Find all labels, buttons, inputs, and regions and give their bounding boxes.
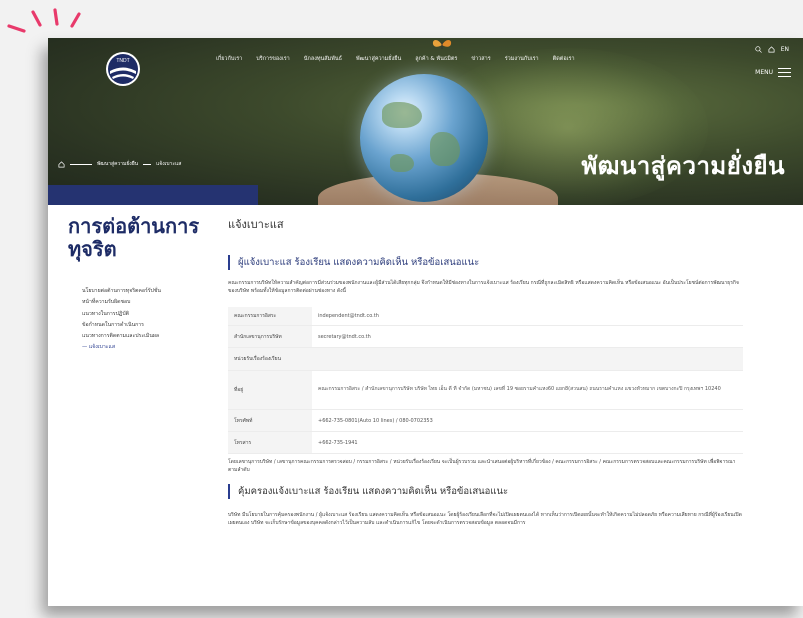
nav-item-sustainability[interactable]: พัฒนาสู่ความยั่งยืน: [356, 55, 401, 63]
table-row: หน่วยรับเรื่องร้องเรียน: [228, 347, 743, 371]
home-icon[interactable]: [768, 46, 775, 53]
language-switch[interactable]: EN: [781, 46, 789, 53]
home-icon[interactable]: [58, 160, 65, 168]
breadcrumb-item-current: แจ้งเบาะแส: [156, 161, 182, 167]
intro-paragraph: คณะกรรมการบริษัทให้ความสำคัญต่อการมีส่วน…: [228, 280, 739, 294]
section-heading-1: ผู้แจ้งเบาะแส ร้องเรียน แสดงความคิดเห็น …: [228, 255, 748, 270]
page: TNDT เกี่ยวกับเรา บริการของเรา นักลงทุนส…: [48, 38, 803, 606]
table-label: ที่อยู่: [228, 370, 312, 410]
table-row: คณะกรรมการอิสระ independent@tndt.co.th: [228, 307, 743, 326]
hamburger-icon: [778, 68, 791, 77]
sidebar-item-responsibility[interactable]: หน้าที่ความรับผิดชอบ: [82, 297, 161, 308]
sidebar-item-monitoring[interactable]: แนวทางการติดตามและประเมินผล: [82, 331, 161, 342]
sidebar-item-whistleblowing[interactable]: แจ้งเบาะแส: [82, 342, 161, 353]
company-logo[interactable]: TNDT: [105, 51, 141, 87]
nav-item-contact[interactable]: ติดต่อเรา: [553, 55, 575, 63]
process-note: โดยเลขานุการบริษัท / เลขานุการคณะกรรมการ…: [228, 459, 736, 473]
main-content: แจ้งเบาะแส ผู้แจ้งเบาะแส ร้องเรียน แสดงค…: [228, 215, 748, 527]
sidebar-item-requirements[interactable]: ข้อกำหนดในการดำเนินการ: [82, 320, 161, 331]
svg-text:TNDT: TNDT: [116, 58, 129, 64]
nav-item-services[interactable]: บริการของเรา: [256, 55, 290, 63]
nav-item-news[interactable]: ข่าวสาร: [471, 55, 490, 63]
table-label: สำนักเลขานุการบริษัท: [228, 325, 312, 348]
table-label: โทรสาร: [228, 431, 312, 454]
menu-label: MENU: [755, 69, 773, 76]
protection-paragraph: บริษัท มีนโยบายในการคุ้มครองพนักงาน / ผู…: [228, 512, 742, 526]
nav-item-careers[interactable]: ร่วมงานกับเรา: [505, 55, 539, 63]
table-row: โทรสาร +662-735-1941: [228, 431, 743, 454]
nav-item-investor[interactable]: นักลงทุนสัมพันธ์: [304, 55, 342, 63]
sidebar-title: การต่อต้านการทุจริต: [68, 214, 200, 261]
section-heading-2: คุ้มครองแจ้งเบาะแส ร้องเรียน แสดงความคิด…: [228, 484, 748, 499]
nav-item-about[interactable]: เกี่ยวกับเรา: [216, 55, 242, 63]
secretary-email-link[interactable]: secretary@tndt.co.th: [312, 325, 743, 348]
independent-email-link[interactable]: independent@tndt.co.th: [312, 307, 743, 326]
address-value: คณะกรรมการอิสระ / สำนักเลขานุการบริษัท บ…: [312, 370, 743, 410]
nav-item-customers[interactable]: ลูกค้า & พันธมิตร: [415, 55, 457, 63]
table-label: หน่วยรับเรื่องร้องเรียน: [228, 347, 743, 371]
breadcrumb-item-sustainability[interactable]: พัฒนาสู่ความยั่งยืน: [97, 160, 138, 168]
sidebar-item-policy[interactable]: นโยบายต่อต้านการทุจริตคอร์รัปชั่น: [82, 286, 161, 297]
page-title: แจ้งเบาะแส: [228, 218, 284, 231]
accent-bar: [48, 185, 258, 205]
table-label: คณะกรรมการอิสระ: [228, 307, 312, 326]
butterfly-icon: [432, 40, 452, 49]
sidebar-menu: นโยบายต่อต้านการทุจริตคอร์รัปชั่น หน้าที…: [82, 286, 161, 354]
table-row: สำนักเลขานุการบริษัท secretary@tndt.co.t…: [228, 325, 743, 348]
globe-image: [360, 74, 488, 202]
main-nav: เกี่ยวกับเรา บริการของเรา นักลงทุนสัมพัน…: [216, 55, 589, 63]
sidebar-item-guidelines[interactable]: แนวทางในการปฏิบัติ: [82, 309, 161, 320]
breadcrumb: พัฒนาสู่ความยั่งยืน แจ้งเบาะแส: [58, 160, 181, 168]
search-icon[interactable]: [755, 46, 762, 53]
hero-title: พัฒนาสู่ความยั่งยืน: [581, 152, 785, 180]
phone-value[interactable]: +662-735-0801(Auto 10 lines) / 080-07023…: [312, 409, 743, 432]
top-icons: EN: [755, 46, 789, 53]
table-row: ที่อยู่ คณะกรรมการอิสระ / สำนักเลขานุการ…: [228, 370, 743, 410]
fax-value: +662-735-1941: [312, 431, 743, 454]
hero-banner: TNDT เกี่ยวกับเรา บริการของเรา นักลงทุนส…: [48, 38, 803, 205]
table-label: โทรศัพท์: [228, 409, 312, 432]
table-row: โทรศัพท์ +662-735-0801(Auto 10 lines) / …: [228, 409, 743, 432]
menu-button[interactable]: MENU: [755, 68, 791, 77]
contact-table: คณะกรรมการอิสระ independent@tndt.co.th ส…: [228, 307, 743, 454]
